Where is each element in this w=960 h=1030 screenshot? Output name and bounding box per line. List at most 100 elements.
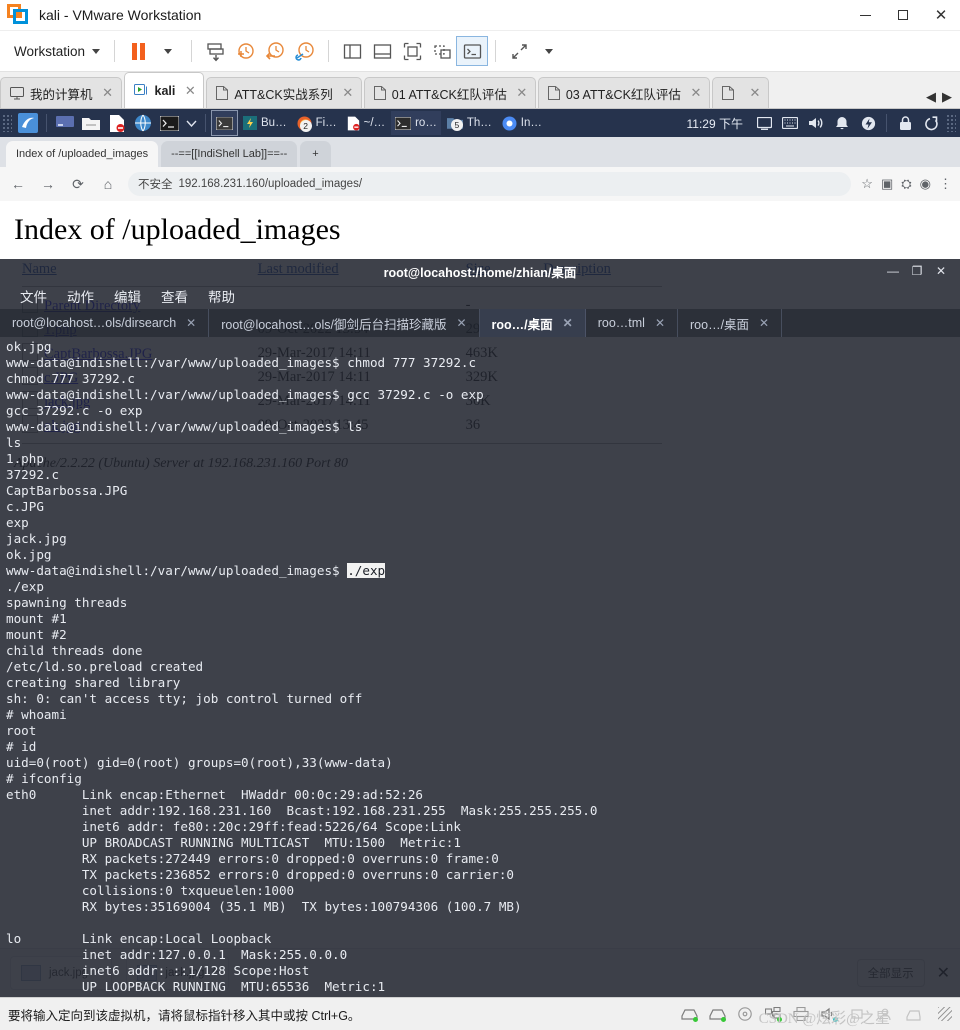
tab-scroll-left-icon[interactable]: ◀ bbox=[926, 89, 936, 105]
terminal-icon[interactable] bbox=[157, 111, 181, 135]
notifications-tray-icon[interactable] bbox=[830, 111, 854, 135]
vm-tab-attck-01[interactable]: 01 ATT&CK红队评估 ✕ bbox=[363, 77, 536, 108]
vm-tab-kali[interactable]: kali ✕ bbox=[123, 72, 205, 108]
text-editor-icon[interactable] bbox=[105, 111, 129, 135]
browser-back-icon[interactable]: ← bbox=[8, 176, 28, 192]
terminal-tab-dirsearch[interactable]: root@locahost…ols/dirsearch ✕ bbox=[0, 309, 210, 337]
tab-scroll-right-icon[interactable]: ▶ bbox=[942, 89, 952, 105]
terminal-window[interactable]: root@locahost:/home/zhian/桌面 — ❐ ✕ 文件 动作… bbox=[0, 259, 960, 997]
taskbar-button-root-terminal[interactable]: ro… bbox=[391, 111, 441, 135]
minimize-button[interactable] bbox=[846, 0, 884, 30]
vm-tab-close-icon[interactable]: ✕ bbox=[341, 85, 355, 101]
file-manager-icon[interactable] bbox=[79, 111, 103, 135]
terminal-tab-desktop-1[interactable]: roo…/桌面 ✕ bbox=[479, 309, 586, 337]
browser-tab-indishell[interactable]: --==[[IndiShell Lab]]==-- bbox=[161, 141, 298, 167]
grip-icon[interactable] bbox=[946, 114, 956, 132]
status-bar: 要将输入定向到该虚拟机，请将鼠标指针移入其中或按 Ctrl+G。 CSDN @炫… bbox=[0, 997, 960, 1030]
terminal-tab-close-icon[interactable]: ✕ bbox=[186, 316, 196, 330]
take-snapshot-button[interactable] bbox=[230, 37, 260, 65]
panel-grip-icon[interactable] bbox=[2, 114, 12, 132]
display-tray-icon[interactable] bbox=[752, 111, 776, 135]
terminal-tab-close-icon[interactable]: ✕ bbox=[563, 316, 573, 330]
send-to-button[interactable] bbox=[504, 37, 534, 65]
send-to-dropdown-button[interactable] bbox=[534, 37, 564, 65]
volume-tray-icon[interactable] bbox=[804, 111, 828, 135]
browser-forward-icon[interactable]: → bbox=[38, 176, 58, 192]
unity-mode-button[interactable] bbox=[427, 37, 457, 65]
terminal-tab-html[interactable]: roo…tml ✕ bbox=[586, 309, 678, 337]
terminal-tab-close-icon[interactable]: ✕ bbox=[759, 316, 769, 330]
browser-menu-icon[interactable]: ⋮ bbox=[939, 176, 952, 192]
vm-tab-attck-03[interactable]: 03 ATT&CK红队评估 ✕ bbox=[537, 77, 710, 108]
bookmark-star-icon[interactable]: ☆ bbox=[861, 176, 873, 192]
terminal-output[interactable]: ok.jpg www-data@indishell:/var/www/upload… bbox=[0, 337, 960, 997]
clock[interactable]: 11:29 下午 bbox=[687, 115, 743, 132]
vm-tab-close-icon[interactable]: ✕ bbox=[101, 85, 115, 101]
hard-disk-1-icon[interactable] bbox=[680, 1006, 698, 1022]
manage-snapshots-button[interactable] bbox=[290, 37, 320, 65]
pause-dropdown-button[interactable] bbox=[153, 37, 183, 65]
show-library-button[interactable] bbox=[337, 37, 367, 65]
printer-icon[interactable] bbox=[792, 1006, 810, 1022]
maximize-button[interactable] bbox=[884, 0, 922, 30]
profile-avatar-icon[interactable]: ◉ bbox=[920, 176, 931, 192]
show-thumbnails-button[interactable] bbox=[367, 37, 397, 65]
cd-dvd-icon[interactable] bbox=[736, 1006, 754, 1022]
terminal-close-button[interactable]: ✕ bbox=[930, 260, 952, 282]
show-desktop-icon[interactable] bbox=[53, 111, 77, 135]
terminal-tab-desktop-2[interactable]: roo…/桌面 ✕ bbox=[678, 309, 783, 337]
menu-view[interactable]: 查看 bbox=[151, 284, 198, 308]
logout-icon[interactable] bbox=[919, 111, 943, 135]
browser-tab-uploaded-images[interactable]: Index of /uploaded_images bbox=[6, 141, 159, 167]
menu-file[interactable]: 文件 bbox=[10, 284, 57, 308]
keyboard-tray-icon[interactable] bbox=[778, 111, 802, 135]
terminal-tab-close-icon[interactable]: ✕ bbox=[456, 316, 466, 330]
console-view-button[interactable] bbox=[456, 36, 489, 66]
display-device-icon[interactable] bbox=[904, 1006, 922, 1022]
browser-reload-icon[interactable]: ⟳ bbox=[68, 176, 88, 193]
power-tray-icon[interactable] bbox=[856, 111, 880, 135]
revert-snapshot-button[interactable] bbox=[260, 37, 290, 65]
web-browser-icon[interactable] bbox=[131, 111, 155, 135]
vm-tab-close-icon[interactable]: ✕ bbox=[689, 85, 703, 101]
terminal-minimize-button[interactable]: — bbox=[882, 260, 904, 282]
usb-device-icon[interactable] bbox=[848, 1006, 866, 1022]
vm-tab-attck-series[interactable]: ATT&CK实战系列 ✕ bbox=[206, 77, 362, 108]
menu-help[interactable]: 帮助 bbox=[198, 284, 245, 308]
vm-tab-my-computer[interactable]: 我的计算机 ✕ bbox=[0, 77, 122, 108]
taskbar-button-document[interactable]: ~/… bbox=[343, 111, 389, 135]
terminal-tab-close-icon[interactable]: ✕ bbox=[655, 316, 665, 330]
vm-tab-close-icon[interactable]: ✕ bbox=[515, 85, 529, 101]
close-button[interactable]: ✕ bbox=[922, 0, 960, 30]
sound-card-icon[interactable] bbox=[820, 1006, 838, 1022]
terminal-dropdown-icon[interactable] bbox=[183, 111, 199, 135]
hard-disk-2-icon[interactable] bbox=[708, 1006, 726, 1022]
taskbar-button-firefox[interactable]: 2 Fi… bbox=[293, 111, 341, 135]
taskbar-button-burp[interactable]: Bu… bbox=[239, 111, 291, 135]
taskbar-button-chrome[interactable]: In… bbox=[498, 111, 546, 135]
vm-tab-close-icon[interactable]: ✕ bbox=[748, 85, 762, 101]
guest-screen[interactable]: Index of /uploaded_images --==[[IndiShel… bbox=[0, 109, 960, 997]
pause-button[interactable] bbox=[123, 37, 153, 65]
network-adapter-icon[interactable] bbox=[764, 1006, 782, 1022]
kali-dragon-icon[interactable] bbox=[16, 111, 40, 135]
resize-grip-icon[interactable] bbox=[938, 1007, 952, 1021]
browser-address-input[interactable]: 不安全 192.168.231.160/uploaded_images/ bbox=[128, 172, 852, 196]
fullscreen-button[interactable] bbox=[397, 37, 427, 65]
vm-tab-extra[interactable]: ✕ bbox=[711, 77, 769, 108]
vm-tab-close-icon[interactable]: ✕ bbox=[183, 83, 197, 99]
taskbar-button-terminal[interactable] bbox=[211, 110, 238, 136]
browser-new-tab-button[interactable]: + bbox=[300, 141, 331, 167]
menu-edit[interactable]: 编辑 bbox=[104, 284, 151, 308]
puzzle-icon[interactable]: ⛭ bbox=[901, 176, 911, 192]
workstation-menu-button[interactable]: Workstation bbox=[8, 36, 106, 66]
lock-screen-icon[interactable] bbox=[893, 111, 917, 135]
browser-home-icon[interactable]: ⌂ bbox=[98, 176, 118, 192]
usb-device-2-icon[interactable] bbox=[876, 1006, 894, 1022]
taskbar-button-thunar[interactable]: 5 Th… bbox=[443, 111, 496, 135]
extension-icon[interactable]: ▣ bbox=[881, 176, 893, 192]
terminal-maximize-button[interactable]: ❐ bbox=[906, 260, 928, 282]
menu-actions[interactable]: 动作 bbox=[57, 284, 104, 308]
terminal-tab-yujian[interactable]: root@locahost…ols/御剑后台扫描珍藏版 ✕ bbox=[209, 309, 480, 337]
snapshot-manager-button[interactable] bbox=[200, 37, 230, 65]
